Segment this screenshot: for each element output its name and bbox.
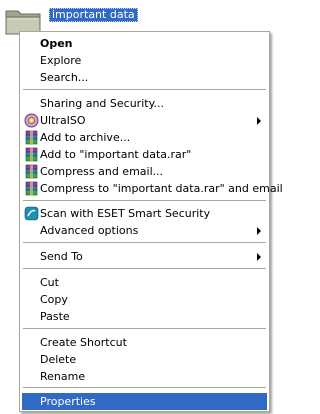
menu-item-add-to-rar[interactable]: Add to "important data.rar" xyxy=(22,146,267,163)
menu-item-add-to-archive[interactable]: Add to archive... xyxy=(22,129,267,146)
menu-separator xyxy=(23,89,266,90)
menu-item-create-shortcut[interactable]: Create Shortcut xyxy=(22,334,267,351)
menu-item-search[interactable]: Search... xyxy=(22,69,267,86)
menu-item-compress-email[interactable]: Compress and email... xyxy=(22,163,267,180)
menu-item-advanced-options[interactable]: Advanced options xyxy=(22,222,267,239)
menu-item-properties[interactable]: Properties xyxy=(22,393,267,410)
folder-name-label[interactable]: important data xyxy=(49,8,138,22)
submenu-arrow-icon xyxy=(257,253,261,261)
menu-item-label: Send To xyxy=(40,250,83,263)
menu-item-rename[interactable]: Rename xyxy=(22,368,267,385)
menu-item-ultraiso[interactable]: UltraISO xyxy=(22,112,267,129)
menu-item-label: Add to "important data.rar" xyxy=(40,148,192,161)
winrar-icon xyxy=(25,130,38,145)
ultraiso-icon xyxy=(24,113,39,128)
menu-separator xyxy=(23,242,266,243)
menu-separator xyxy=(23,328,266,329)
menu-item-label: Advanced options xyxy=(40,224,139,237)
menu-item-label: UltraISO xyxy=(40,114,86,127)
menu-item-label: Compress and email... xyxy=(40,165,164,178)
menu-separator xyxy=(23,387,266,388)
submenu-arrow-icon xyxy=(257,117,261,125)
menu-item-open[interactable]: Open xyxy=(22,35,267,52)
winrar-icon xyxy=(25,147,38,162)
menu-item-explore[interactable]: Explore xyxy=(22,52,267,69)
menu-item-cut[interactable]: Cut xyxy=(22,274,267,291)
menu-item-paste[interactable]: Paste xyxy=(22,308,267,325)
context-menu: Open Explore Search... Sharing and Secur… xyxy=(19,31,283,412)
menu-item-label: Scan with ESET Smart Security xyxy=(40,207,211,220)
menu-separator xyxy=(23,200,266,201)
submenu-arrow-icon xyxy=(257,227,261,235)
menu-item-label: Add to archive... xyxy=(40,131,131,144)
menu-item-sharing-security[interactable]: Sharing and Security... xyxy=(22,95,267,112)
menu-item-delete[interactable]: Delete xyxy=(22,351,267,368)
winrar-icon xyxy=(25,164,38,179)
menu-item-compress-rar-email[interactable]: Compress to "important data.rar" and ema… xyxy=(22,180,283,197)
menu-item-eset-scan[interactable]: Scan with ESET Smart Security xyxy=(22,205,267,222)
winrar-icon xyxy=(25,181,38,196)
menu-separator xyxy=(23,268,266,269)
eset-icon xyxy=(24,206,39,221)
menu-item-copy[interactable]: Copy xyxy=(22,291,267,308)
menu-item-label: Compress to "important data.rar" and ema… xyxy=(40,182,283,195)
menu-item-send-to[interactable]: Send To xyxy=(22,248,267,265)
